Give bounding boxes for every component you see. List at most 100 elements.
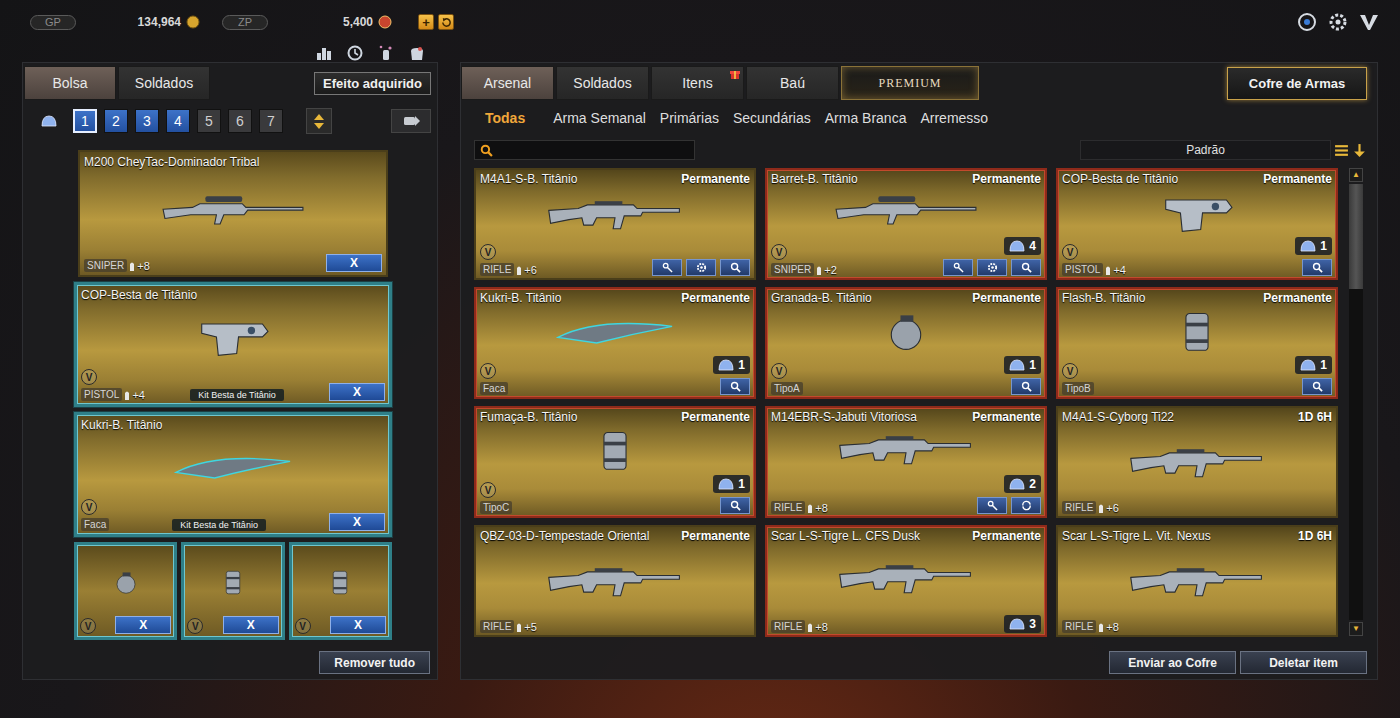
category-filter[interactable]: Arma Branca: [825, 109, 907, 127]
item-duration: Permanente: [681, 529, 750, 543]
scroll-down-button[interactable]: ▼: [1349, 622, 1363, 636]
remove-button[interactable]: X: [329, 383, 385, 401]
canister-icon: [540, 427, 690, 473]
sort-down-icon[interactable]: [1352, 143, 1367, 158]
item-card[interactable]: M14EBR-S-Jabuti Vitoriosa Permanente RIF…: [765, 406, 1047, 518]
category-filter[interactable]: Todas: [485, 109, 525, 127]
bag-tab[interactable]: Bolsa: [24, 66, 116, 100]
inspect-button[interactable]: [1011, 378, 1041, 395]
remove-button[interactable]: X: [329, 513, 385, 531]
item-card[interactable]: Scar L-S-Tigre L. CFS Dusk Permanente RI…: [765, 525, 1047, 637]
scroll-up-button[interactable]: ▲: [1349, 168, 1363, 182]
upgrade-icon: [953, 262, 964, 273]
weapon-slot[interactable]: Kukri-B. Titânio V Faca Kit Besta de Tit…: [74, 412, 392, 537]
slot-footer: V Faca Kit Besta de Titânio X: [81, 499, 385, 531]
throwable-slot[interactable]: V X: [181, 542, 284, 640]
item-card[interactable]: Fumaça-B. Titânio Permanente V TipoC 1: [474, 406, 756, 518]
spray-icon[interactable]: [377, 44, 395, 62]
item-tags: RIFLE +6: [480, 263, 537, 276]
scrollbar[interactable]: ▲ ▼: [1349, 168, 1363, 636]
remove-button[interactable]: X: [326, 254, 382, 272]
bag-number-button[interactable]: 5: [197, 109, 221, 133]
inspect-button[interactable]: [720, 378, 750, 395]
category-filter[interactable]: Secundárias: [733, 109, 811, 127]
inspect-button[interactable]: [1011, 259, 1041, 276]
item-card[interactable]: M4A1-S-Cyborg Ti22 1D 6H RIFLE +6: [1056, 406, 1338, 518]
item-card[interactable]: M4A1-S-B. Titânio Permanente V RIFLE +6: [474, 168, 756, 280]
item-actions: [720, 497, 750, 514]
refresh-button[interactable]: [438, 14, 454, 30]
remove-all-button[interactable]: Remover tudo: [319, 651, 430, 674]
history-icon[interactable]: [346, 44, 364, 62]
weapon-slot[interactable]: M200 CheyTac-Dominador Tribal SNIPER +8 …: [78, 150, 388, 277]
item-card[interactable]: Scar L-S-Tigre L. Vit. Nexus 1D 6H RIFLE…: [1056, 525, 1338, 637]
target-icon[interactable]: [1296, 11, 1318, 33]
arsenal-tab[interactable]: Itens: [651, 66, 744, 100]
bullet-icon: [817, 265, 821, 275]
remove-button[interactable]: X: [223, 616, 279, 634]
arsenal-tab[interactable]: Arsenal: [461, 66, 554, 100]
bag-scroll-control[interactable]: [306, 108, 332, 134]
footer-button[interactable]: Deletar item: [1240, 651, 1367, 674]
inspect-icon: [730, 262, 741, 273]
upgrade-button[interactable]: [977, 497, 1007, 514]
item-card[interactable]: Flash-B. Titânio Permanente V TipoB 1: [1056, 287, 1338, 399]
podium-icon[interactable]: [315, 44, 333, 62]
inspect-button[interactable]: [720, 259, 750, 276]
arrow-down-icon: [314, 123, 324, 129]
settings-button[interactable]: [977, 259, 1007, 276]
bag-number-button[interactable]: 6: [228, 109, 252, 133]
inspect-button[interactable]: [720, 497, 750, 514]
item-tags: RIFLE +5: [480, 620, 537, 633]
category-filter[interactable]: Arma Semanal: [553, 109, 646, 127]
bag-number-button[interactable]: 7: [259, 109, 283, 133]
sort-dropdown[interactable]: Padrão: [1080, 140, 1331, 160]
item-card[interactable]: Kukri-B. Titânio Permanente V Faca 1: [474, 287, 756, 399]
remove-button[interactable]: X: [115, 616, 171, 634]
item-card[interactable]: Granada-B. Titânio Permanente V TipoA 1: [765, 287, 1047, 399]
upgrade-button[interactable]: [943, 259, 973, 276]
bag-number-button[interactable]: 1: [73, 109, 97, 133]
category-filter[interactable]: Arremesso: [920, 109, 988, 127]
inventory-screen: GP 134,964 ZP 5,400 + BolsaSoldados Efei…: [0, 0, 1400, 718]
upgrade-icon: [662, 262, 673, 273]
remove-button[interactable]: X: [330, 616, 386, 634]
item-duration: Permanente: [972, 291, 1041, 305]
item-name: M4A1-S-B. Titânio: [480, 172, 577, 186]
add-currency-button[interactable]: +: [418, 14, 434, 30]
category-filter[interactable]: Primárias: [660, 109, 719, 127]
arsenal-tab[interactable]: Soldados: [556, 66, 649, 100]
footer-button[interactable]: Enviar ao Cofre: [1109, 651, 1236, 674]
refresh-button[interactable]: [1011, 497, 1041, 514]
settings-button[interactable]: [686, 259, 716, 276]
card-header: M4A1-S-B. Titânio Permanente: [480, 172, 750, 186]
item-controls: 3: [1004, 615, 1041, 633]
item-card[interactable]: COP-Besta de Titânio Permanente V PISTOL…: [1056, 168, 1338, 280]
arsenal-tab[interactable]: Baú: [746, 66, 839, 100]
bag-icon[interactable]: [408, 44, 426, 62]
v-badge: V: [81, 369, 97, 385]
upgrade-button[interactable]: [652, 259, 682, 276]
item-name: M4A1-S-Cyborg Ti22: [1062, 410, 1174, 424]
scroll-thumb[interactable]: [1349, 184, 1363, 289]
throwable-slot[interactable]: V X: [74, 542, 177, 640]
search-field[interactable]: [474, 140, 695, 160]
item-card[interactable]: Barret-B. Titânio Permanente V SNIPER +2…: [765, 168, 1047, 280]
weapon-slot[interactable]: COP-Besta de Titânio V PISTOL +4 Kit Bes…: [74, 282, 392, 407]
item-card[interactable]: QBZ-03-D-Tempestade Oriental Permanente …: [474, 525, 756, 637]
inspect-button[interactable]: [1302, 259, 1332, 276]
vault-button[interactable]: Cofre de Armas: [1227, 67, 1367, 100]
bag-number-button[interactable]: 2: [104, 109, 128, 133]
gear-icon[interactable]: [1327, 11, 1349, 33]
swap-button[interactable]: [391, 109, 431, 133]
effect-button[interactable]: Efeito adquirido: [314, 72, 431, 95]
list-icon[interactable]: [1334, 143, 1349, 158]
item-name: Fumaça-B. Titânio: [480, 410, 577, 424]
inspect-button[interactable]: [1302, 378, 1332, 395]
bag-number-button[interactable]: 4: [166, 109, 190, 133]
bag-tab[interactable]: Soldados: [118, 66, 210, 100]
bag-number-button[interactable]: 3: [135, 109, 159, 133]
arsenal-tab[interactable]: PREMIUM: [841, 66, 979, 100]
logo-icon[interactable]: [1358, 11, 1380, 33]
throwable-slot[interactable]: V X: [289, 542, 392, 640]
